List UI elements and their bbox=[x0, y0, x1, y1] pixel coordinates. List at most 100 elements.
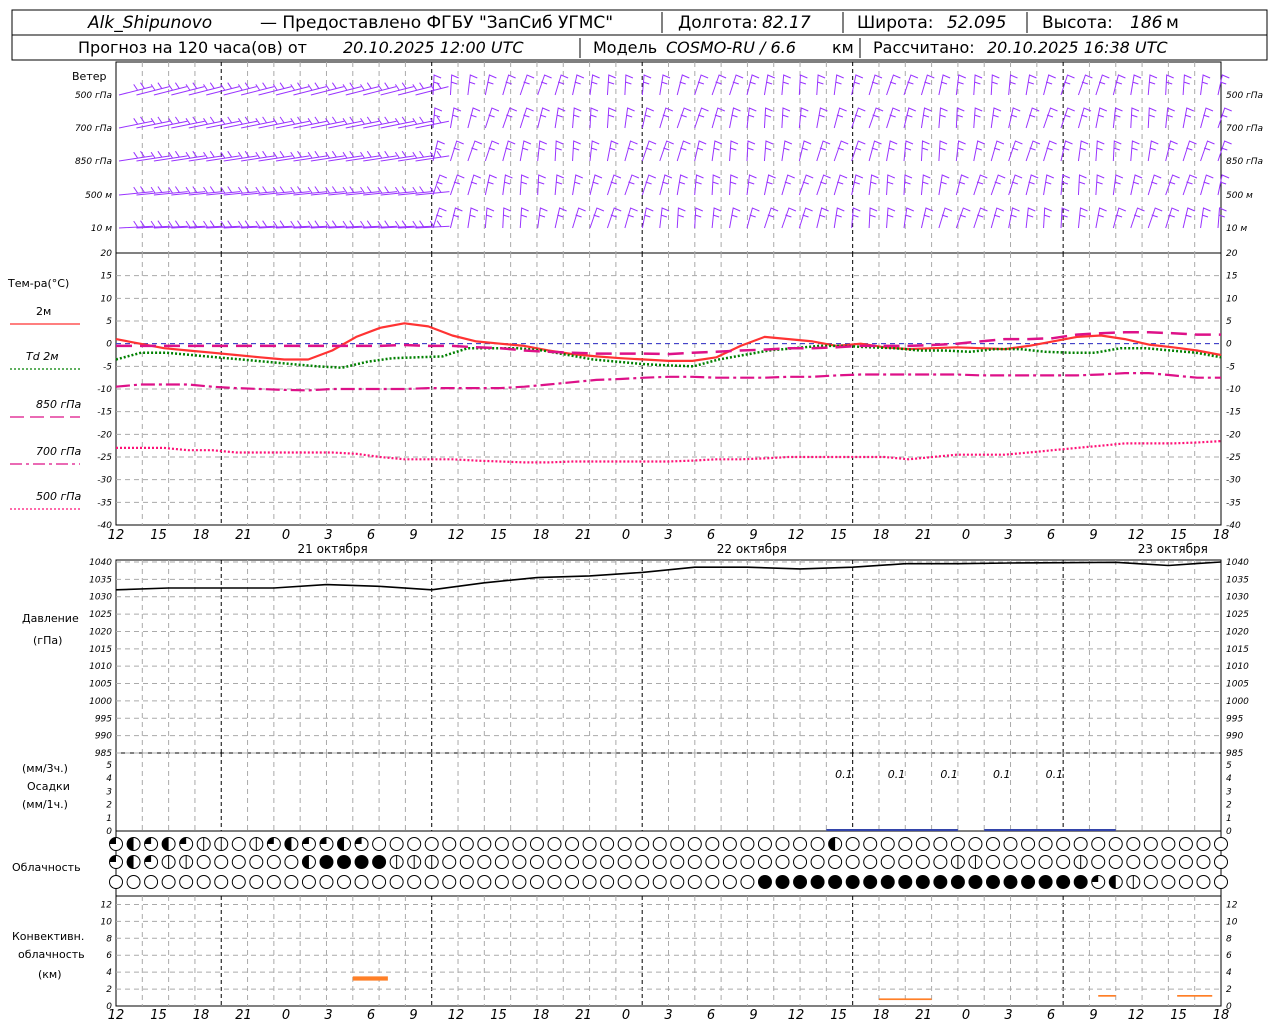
wind-barb bbox=[624, 140, 638, 162]
cloud-circle bbox=[442, 837, 457, 851]
wind-barb-shaft bbox=[746, 107, 757, 129]
cloud-cover-symbol bbox=[1196, 837, 1211, 851]
wind-barb bbox=[1147, 140, 1159, 162]
cloud-cover-symbol bbox=[705, 855, 720, 869]
cloud-cover-symbol bbox=[880, 875, 895, 889]
wind-barb bbox=[1077, 207, 1088, 229]
wind-barb-shaft bbox=[537, 207, 548, 229]
wind-level-label-right: 10 м bbox=[1226, 224, 1247, 234]
wind-barb bbox=[851, 107, 866, 129]
temperature-y-tick-left: 20 bbox=[101, 249, 113, 259]
cloud-circle bbox=[1038, 855, 1053, 869]
cloud-cover-symbol bbox=[126, 875, 141, 889]
cloud-cover-symbol bbox=[477, 875, 492, 889]
x-tick-label: 3 bbox=[324, 528, 332, 543]
cloud-circle bbox=[898, 875, 913, 889]
wind-barb-shaft bbox=[711, 74, 727, 96]
cloud-circle bbox=[880, 837, 895, 851]
cloud-circle bbox=[126, 875, 141, 889]
cloud-cover-symbol bbox=[652, 875, 667, 889]
cloud-cover-symbol bbox=[582, 837, 597, 851]
pressure-series bbox=[115, 561, 1222, 591]
x-tick-label: 6 bbox=[707, 1008, 715, 1023]
precip-y-tick-left: 1 bbox=[106, 814, 112, 824]
cloud-cover-symbol bbox=[442, 855, 457, 869]
wind-barb-shaft bbox=[1147, 207, 1163, 229]
cloud-cover-symbol bbox=[301, 875, 316, 889]
wind-barb bbox=[1095, 74, 1110, 96]
cloud-circle bbox=[1178, 875, 1193, 889]
pressure-y-tick-right: 1020 bbox=[1226, 627, 1249, 637]
wind-barb bbox=[1165, 74, 1174, 96]
cloud-cover-symbol bbox=[617, 875, 632, 889]
cloud-circle bbox=[1108, 837, 1123, 851]
lat-value: 52.095 bbox=[947, 13, 1006, 33]
pressure-y-tick-left: 1020 bbox=[89, 627, 112, 637]
temperature-y-tick-left: 15 bbox=[101, 272, 113, 282]
temperature-y-tick-left: -5 bbox=[103, 362, 112, 372]
cloud-circle bbox=[512, 837, 527, 851]
wind-barb bbox=[554, 174, 565, 196]
wind-barb bbox=[920, 174, 931, 196]
wind-barb-shaft bbox=[938, 174, 950, 196]
wind-level-label-right: 850 гПа bbox=[1226, 157, 1263, 167]
wind-barb bbox=[851, 174, 864, 196]
cloud-cover-symbol bbox=[985, 875, 1000, 889]
wind-barb bbox=[990, 140, 1005, 162]
wind-barb bbox=[589, 207, 605, 229]
cloud-cover-symbol bbox=[109, 875, 123, 889]
x-tick-label: 15 bbox=[1170, 1008, 1187, 1023]
convective-bars bbox=[352, 976, 1213, 1001]
cloud-circle bbox=[407, 837, 422, 851]
wind-barb bbox=[641, 74, 652, 96]
wind-barb-shaft bbox=[990, 140, 1005, 162]
x-tick-labels-bottom: 12 15 18 21 0 3 6 9 12 15 18 21 0 3 6 9 12 15 18 21 0 3 6 9 12 15… bbox=[108, 1008, 1230, 1023]
cloud-cover-symbol bbox=[1214, 875, 1228, 889]
wind-barb-shaft bbox=[1147, 74, 1158, 96]
cloud-cover-symbol bbox=[1214, 837, 1228, 851]
cloud-cover-symbol bbox=[459, 837, 474, 851]
wind-barb-shaft bbox=[833, 207, 845, 229]
cloud-cover-symbol bbox=[372, 875, 387, 889]
cloud-cover-symbol bbox=[424, 837, 439, 851]
wind-barb-shaft bbox=[519, 107, 534, 129]
wind-barb-shaft bbox=[484, 207, 495, 229]
cloud-cover-symbol bbox=[512, 837, 527, 851]
wind-barb-shaft bbox=[851, 107, 866, 129]
cloud-circle bbox=[266, 875, 281, 889]
wind-barb-shaft bbox=[641, 207, 654, 229]
cloud-circle bbox=[828, 855, 843, 869]
wind-barb-shaft bbox=[467, 207, 479, 229]
pressure-y-tick-left: 985 bbox=[95, 749, 112, 759]
wind-barb-shaft bbox=[641, 74, 652, 96]
cloud-circle bbox=[670, 837, 685, 851]
cloud-cover-symbol bbox=[1038, 875, 1053, 889]
convective-y-tick-right: 4 bbox=[1226, 968, 1232, 978]
temperature-y-tick-left: 5 bbox=[106, 317, 112, 327]
cloud-circle bbox=[687, 837, 702, 851]
cloud-cover-symbol bbox=[565, 837, 580, 851]
cloud-title: Облачность bbox=[12, 861, 81, 874]
cloud-cover-symbol bbox=[179, 855, 194, 869]
cloud-circle bbox=[600, 837, 615, 851]
wind-barb bbox=[572, 107, 582, 129]
cloud-circle bbox=[635, 855, 650, 869]
cloud-circle bbox=[687, 855, 702, 869]
cloud-cover-symbol bbox=[950, 855, 965, 869]
cloud-circle bbox=[793, 837, 808, 851]
alt-label: Высота: bbox=[1042, 13, 1113, 33]
cloud-cover-symbol bbox=[722, 855, 737, 869]
wind-barb-shaft bbox=[973, 107, 983, 129]
wind-barb-shaft bbox=[537, 140, 547, 162]
cloud-cover-symbol bbox=[617, 837, 632, 851]
wind-barb-shaft bbox=[1060, 140, 1073, 162]
wind-barb bbox=[676, 107, 692, 129]
wind-barb-shaft bbox=[502, 74, 516, 96]
pressure-y-tick-left: 1025 bbox=[89, 610, 112, 620]
cloud-cover-symbol bbox=[757, 837, 772, 851]
cloud-circle bbox=[337, 875, 352, 889]
wind-barb-shaft bbox=[449, 140, 464, 162]
wind-barb bbox=[1112, 107, 1123, 129]
wind-barb bbox=[554, 207, 567, 229]
pressure-y-tick-left: 1035 bbox=[89, 575, 112, 585]
